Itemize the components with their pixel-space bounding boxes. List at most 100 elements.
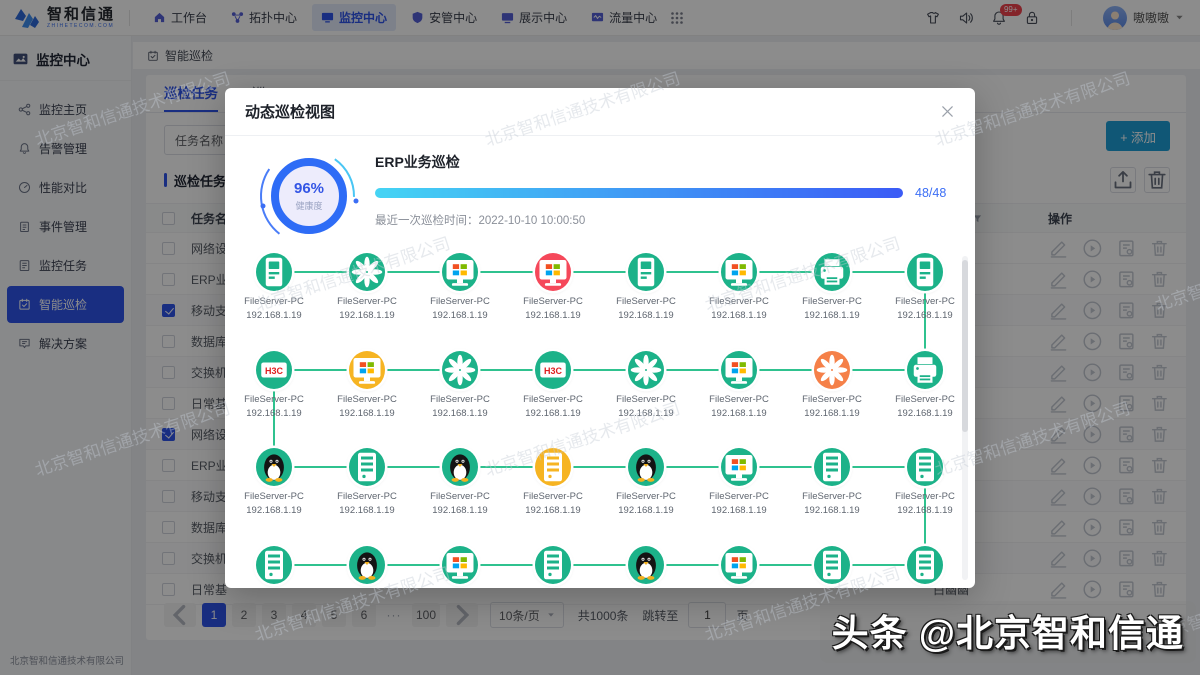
- progress-bar: [375, 188, 903, 198]
- device-node-printer[interactable]: [907, 351, 943, 389]
- node-name-label: FileServer-PC: [225, 491, 324, 502]
- server-icon: [349, 449, 385, 485]
- windows-icon: [721, 352, 757, 388]
- pc-icon: [256, 254, 292, 290]
- server-icon: [535, 547, 571, 583]
- node-name-label: FileServer-PC: [410, 394, 510, 405]
- device-node-linux[interactable]: [628, 546, 664, 584]
- server-icon: [907, 547, 943, 583]
- health-score: 96%: [294, 180, 324, 198]
- device-node-server[interactable]: [535, 546, 571, 584]
- device-node-windows[interactable]: [535, 253, 571, 291]
- node-ip-label: 192.168.1.19: [689, 310, 789, 321]
- node-name-label: FileServer-PC: [317, 394, 417, 405]
- node-ip-label: 192.168.1.19: [875, 310, 975, 321]
- node-ip-label: 192.168.1.19: [596, 310, 696, 321]
- brand-watermark: 头条 @北京智和信通: [820, 601, 1196, 663]
- linux-icon: [256, 449, 292, 485]
- device-node-printer[interactable]: [814, 253, 850, 291]
- device-node-huawei[interactable]: [349, 253, 385, 291]
- device-node-huawei[interactable]: [442, 351, 478, 389]
- node-ip-label: 192.168.1.19: [596, 408, 696, 419]
- node-ip-label: 192.168.1.19: [317, 310, 417, 321]
- node-ip-label: 192.168.1.19: [317, 505, 417, 516]
- windows-icon: [721, 547, 757, 583]
- server-icon: [535, 449, 571, 485]
- device-node-huawei[interactable]: [814, 351, 850, 389]
- device-node-server[interactable]: [349, 448, 385, 486]
- device-node-pc[interactable]: [907, 253, 943, 291]
- device-node-huawei[interactable]: [628, 351, 664, 389]
- device-node-server[interactable]: [535, 448, 571, 486]
- device-node-server[interactable]: [814, 546, 850, 584]
- device-node-linux[interactable]: [442, 448, 478, 486]
- node-ip-label: 192.168.1.19: [410, 310, 510, 321]
- h3c-icon: H3C: [256, 352, 292, 388]
- device-node-windows[interactable]: [721, 448, 757, 486]
- node-name-label: FileServer-PC: [689, 491, 789, 502]
- printer-icon: [814, 254, 850, 290]
- node-name-label: FileServer-PC: [689, 296, 789, 307]
- device-node-h3c[interactable]: H3C: [535, 351, 571, 389]
- device-node-pc[interactable]: [256, 253, 292, 291]
- device-node-server[interactable]: [907, 448, 943, 486]
- svg-text:H3C: H3C: [544, 365, 563, 375]
- server-icon: [814, 449, 850, 485]
- windows-icon: [535, 254, 571, 290]
- device-node-windows[interactable]: [721, 253, 757, 291]
- node-ip-label: 192.168.1.19: [875, 408, 975, 419]
- device-node-windows[interactable]: [349, 351, 385, 389]
- node-ip-label: 192.168.1.19: [225, 505, 324, 516]
- close-icon[interactable]: [940, 104, 955, 119]
- linux-icon: [628, 449, 664, 485]
- device-node-pc[interactable]: [628, 253, 664, 291]
- device-node-windows[interactable]: [442, 546, 478, 584]
- node-name-label: FileServer-PC: [410, 491, 510, 502]
- node-name-label: FileServer-PC: [410, 296, 510, 307]
- device-node-windows[interactable]: [721, 546, 757, 584]
- node-name-label: FileServer-PC: [782, 296, 882, 307]
- huawei-icon: [442, 352, 478, 388]
- health-gauge: 96% 健康度: [257, 144, 361, 248]
- device-node-windows[interactable]: [721, 351, 757, 389]
- progress-ratio: 48/48: [915, 186, 946, 200]
- device-node-linux[interactable]: [628, 448, 664, 486]
- node-name-label: FileServer-PC: [503, 296, 603, 307]
- h3c-icon: H3C: [535, 352, 571, 388]
- node-name-label: FileServer-PC: [503, 491, 603, 502]
- windows-icon: [442, 547, 478, 583]
- device-node-windows[interactable]: [442, 253, 478, 291]
- device-node-linux[interactable]: [256, 448, 292, 486]
- node-ip-label: 192.168.1.19: [225, 408, 324, 419]
- device-node-server[interactable]: [814, 448, 850, 486]
- device-node-linux[interactable]: [349, 546, 385, 584]
- node-name-label: FileServer-PC: [503, 394, 603, 405]
- node-ip-label: 192.168.1.19: [782, 310, 882, 321]
- node-name-label: FileServer-PC: [875, 296, 975, 307]
- modal-title: 动态巡检视图: [245, 101, 335, 122]
- node-name-label: FileServer-PC: [782, 394, 882, 405]
- task-title: ERP业务巡检: [375, 152, 947, 172]
- huawei-icon: [628, 352, 664, 388]
- inspection-view-modal: 动态巡检视图 96% 健康度 ERP业务巡检 48/48 最近一次巡检时间：20…: [225, 88, 975, 588]
- node-name-label: FileServer-PC: [225, 296, 324, 307]
- node-ip-label: 192.168.1.19: [689, 505, 789, 516]
- device-node-h3c[interactable]: H3C: [256, 351, 292, 389]
- windows-icon: [721, 254, 757, 290]
- node-ip-label: 192.168.1.19: [225, 310, 324, 321]
- windows-icon: [349, 352, 385, 388]
- node-name-label: FileServer-PC: [875, 394, 975, 405]
- node-name-label: FileServer-PC: [596, 491, 696, 502]
- node-name-label: FileServer-PC: [596, 394, 696, 405]
- server-icon: [814, 547, 850, 583]
- server-icon: [256, 547, 292, 583]
- device-node-server[interactable]: [907, 546, 943, 584]
- node-ip-label: 192.168.1.19: [782, 408, 882, 419]
- modal-scrollbar-thumb[interactable]: [962, 260, 968, 432]
- node-ip-label: 192.168.1.19: [596, 505, 696, 516]
- node-ip-label: 192.168.1.19: [503, 505, 603, 516]
- health-score-label: 健康度: [295, 199, 322, 212]
- huawei-icon: [814, 352, 850, 388]
- device-node-server[interactable]: [256, 546, 292, 584]
- linux-icon: [628, 547, 664, 583]
